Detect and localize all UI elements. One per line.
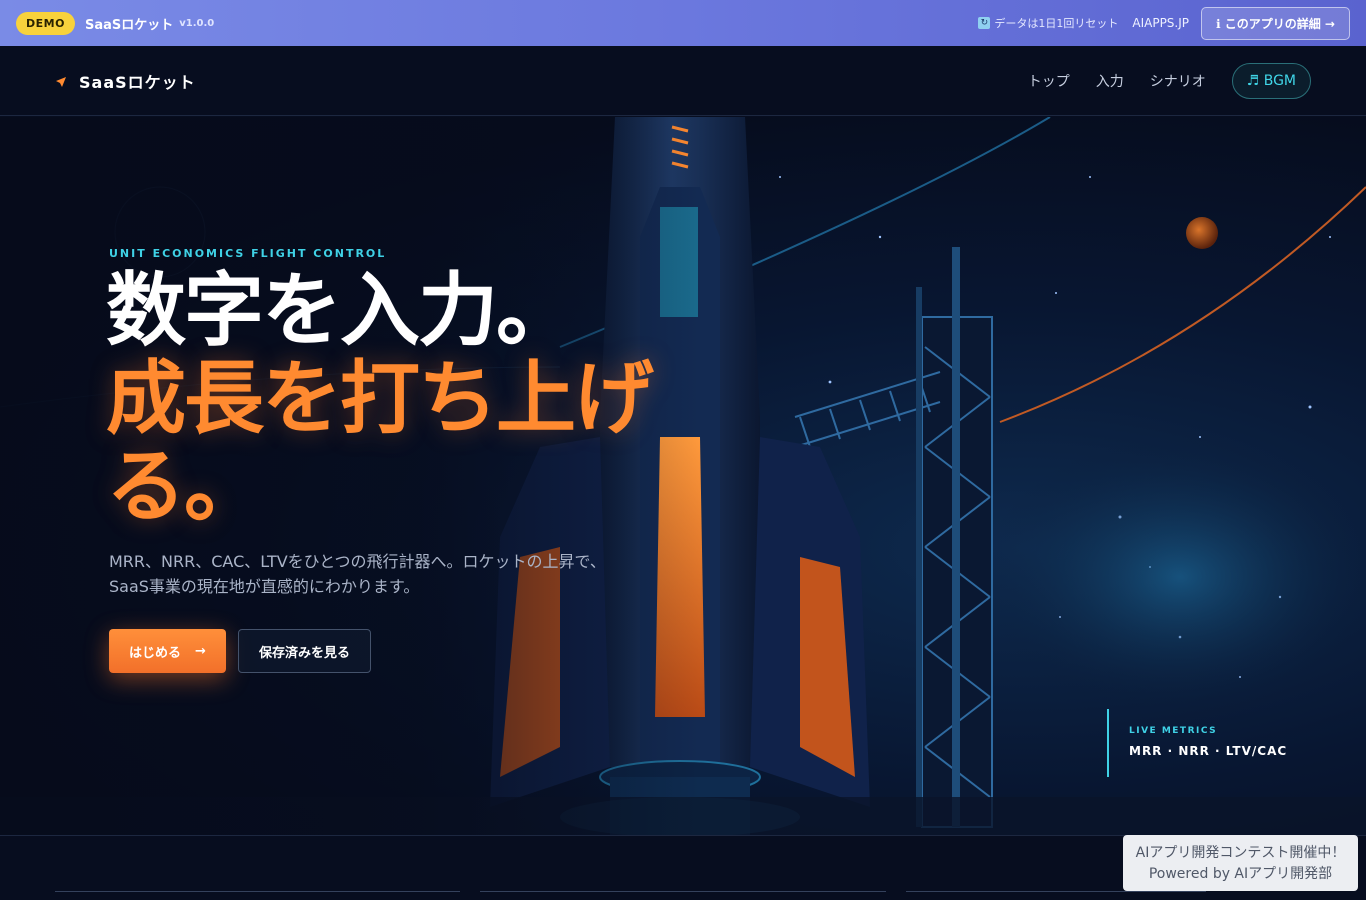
view-saved-button[interactable]: 保存済みを見る [238, 629, 371, 673]
rocket-logo-icon[interactable] [55, 76, 66, 87]
contest-banner[interactable]: AIアプリ開発コンテスト開催中！ Powered by AIアプリ開発部 [1123, 835, 1358, 891]
refresh-icon: ↻ [978, 17, 991, 29]
section-divider [55, 891, 460, 892]
demo-badge: DEMO [16, 11, 75, 35]
live-metrics-value: MRR · NRR · LTV/CAC [1129, 744, 1288, 758]
main-nav: SaaSロケット トップ 入力 シナリオ ♬ BGM [0, 46, 1366, 116]
demo-app-name: SaaSロケット [84, 17, 174, 33]
hero-subtitle-line2: SaaS事業の現在地が直感的にわかります。 [109, 577, 420, 596]
contest-banner-line2: Powered by AIアプリ開発部 [1148, 866, 1333, 882]
reset-note-text: データは1日1回リセット [994, 17, 1119, 30]
hero-title-line1: 数字を入力。 [106, 264, 576, 357]
demo-bar: DEMO SaaSロケット v1.0.0 ↻ データは1日1回リセット AIAP… [0, 0, 1366, 46]
live-metrics-panel: LIVE METRICS MRR · NRR · LTV/CAC [1107, 709, 1287, 777]
nav-link-scenario[interactable]: シナリオ [1150, 71, 1206, 91]
nav-links: トップ 入力 シナリオ ♬ BGM [1002, 62, 1311, 99]
demo-bar-right: ↻ データは1日1回リセット AIAPPS.JP ℹ このアプリの詳細 → [978, 6, 1350, 40]
arrow-right-icon: → [195, 643, 206, 659]
start-button-label: はじめる [129, 645, 182, 661]
nav-logo[interactable]: SaaSロケット [79, 69, 196, 93]
section-divider [906, 891, 1206, 892]
section-divider [480, 891, 886, 892]
nav-link-input[interactable]: 入力 [1096, 71, 1124, 91]
aiapps-link[interactable]: AIAPPS.JP [1132, 16, 1189, 30]
start-button[interactable]: はじめる → [109, 629, 226, 673]
hero-subtitle-line1: MRR、NRR、CAC、LTVをひとつの飛行計器へ。ロケットの上昇で、 [109, 552, 606, 571]
hero-title-line2: 成長を打ち上げる。 [106, 352, 654, 533]
bgm-button[interactable]: ♬ BGM [1231, 62, 1311, 99]
live-metrics-label: LIVE METRICS [1129, 726, 1218, 736]
demo-version: v1.0.0 [179, 17, 215, 29]
hero-eyebrow: UNIT ECONOMICS FLIGHT CONTROL [109, 247, 387, 260]
app-detail-button[interactable]: ℹ このアプリの詳細 → [1201, 6, 1350, 40]
hero-section: UNIT ECONOMICS FLIGHT CONTROL 数字を入力。 成長を… [0, 117, 1366, 835]
reset-note: ↻ データは1日1回リセット [978, 15, 1118, 31]
nav-link-top[interactable]: トップ [1028, 71, 1070, 91]
hero-subtitle: MRR、NRR、CAC、LTVをひとつの飛行計器へ。ロケットの上昇で、 SaaS… [109, 549, 629, 599]
contest-banner-line1: AIアプリ開発コンテスト開催中！ [1135, 845, 1346, 861]
